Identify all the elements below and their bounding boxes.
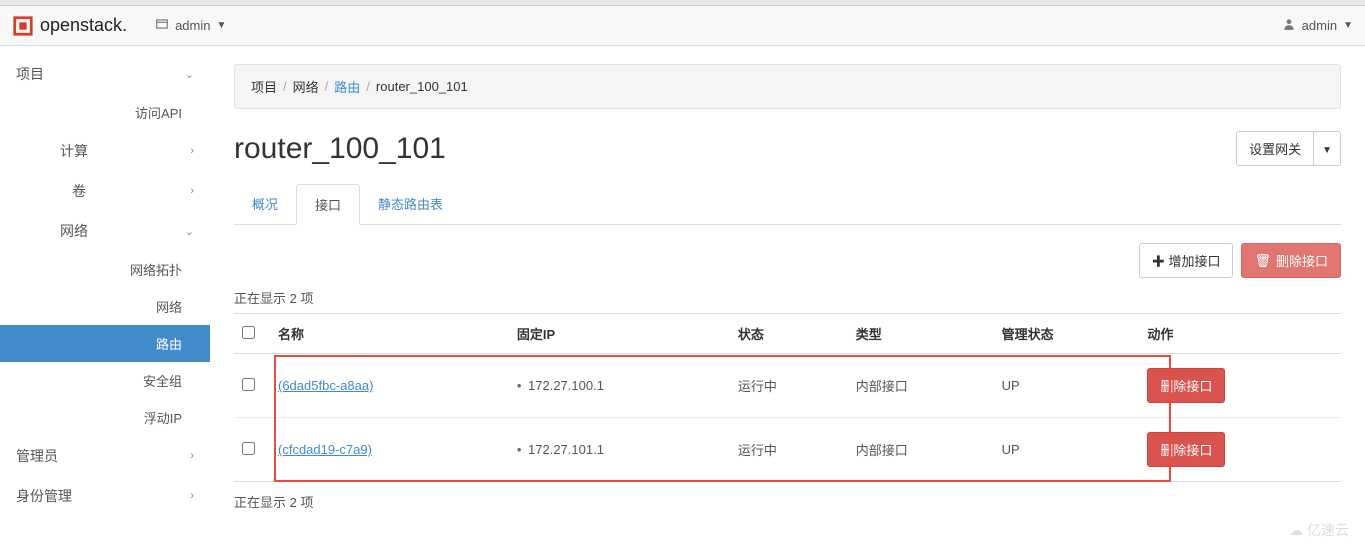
breadcrumb-current: router_100_101 [376,79,468,94]
row-checkbox[interactable] [242,442,255,455]
table-row: (6dad5fbc-a8aa) 172.27.100.1 运行中 内部接口 UP… [234,354,1341,418]
fixed-ip-value: 172.27.100.1 [517,378,604,393]
sidebar-item-compute[interactable]: 计算 › [0,131,210,171]
add-interface-button[interactable]: ✚ 增加接口 [1139,243,1234,278]
row-delete-button[interactable]: 删除接口 [1147,432,1225,467]
select-all-checkbox[interactable] [242,326,255,339]
chevron-down-icon: ⌄ [185,68,194,81]
tabs: 概况 接口 静态路由表 [234,184,1341,225]
topbar: openstack. admin ▼ admin ▼ [0,6,1365,46]
breadcrumb-routers-link[interactable]: 路由 [334,77,360,96]
row-checkbox[interactable] [242,378,255,391]
type-value: 内部接口 [848,418,994,482]
admin-state-value: UP [994,354,1140,418]
set-gateway-button[interactable]: 设置网关 [1236,131,1314,166]
col-name: 名称 [270,314,509,354]
cloud-icon: ☁ [1289,522,1303,539]
sidebar: 项目 ⌄ 访问API 计算 › 卷 › 网络 ⌄ 网络拓扑 网络 路由 安全组 … [0,46,210,550]
col-admin-state: 管理状态 [994,314,1140,354]
set-gateway-dropdown[interactable]: ▼ [1314,131,1341,166]
user-name: admin [1302,18,1337,33]
chevron-down-icon: ⌄ [185,225,194,238]
delete-interfaces-button[interactable]: 🗑 删除接口 [1241,243,1341,278]
openstack-icon [12,15,34,37]
chevron-right-icon: › [190,490,194,502]
watermark: ☁ 亿速云 [1289,520,1349,540]
interface-link[interactable]: (cfcdad19-c7a9) [278,442,372,457]
sidebar-item-security-groups[interactable]: 安全组 [0,362,210,399]
project-name: admin [175,18,210,33]
col-status: 状态 [730,314,848,354]
sidebar-item-volume[interactable]: 卷 › [0,171,210,211]
caret-down-icon: ▼ [1343,20,1353,31]
user-icon [1282,17,1296,34]
admin-state-value: UP [994,418,1140,482]
sidebar-item-networks[interactable]: 网络 [0,288,210,325]
chevron-right-icon: › [190,185,194,197]
row-delete-button[interactable]: 删除接口 [1147,368,1225,403]
tab-static-routes[interactable]: 静态路由表 [360,184,461,224]
col-actions: 动作 [1139,314,1341,354]
context-icon [155,17,169,34]
page-title: router_100_101 [234,132,1236,166]
sidebar-item-identity[interactable]: 身份管理 › [0,476,210,516]
sidebar-item-project[interactable]: 项目 ⌄ [0,54,210,94]
tab-interfaces[interactable]: 接口 [296,184,360,225]
sidebar-item-admin[interactable]: 管理员 › [0,436,210,476]
user-menu[interactable]: admin ▼ [1282,17,1353,34]
fixed-ip-value: 172.27.101.1 [517,442,604,457]
interfaces-table: 名称 固定IP 状态 类型 管理状态 动作 (6dad5fbc-a8aa) 17… [234,313,1341,482]
sidebar-item-floating-ip[interactable]: 浮动IP [0,399,210,436]
sidebar-item-topology[interactable]: 网络拓扑 [0,251,210,288]
sidebar-item-routers[interactable]: 路由 [0,325,210,362]
sidebar-item-network[interactable]: 网络 ⌄ [0,211,210,251]
trash-icon: 🗑 [1254,253,1271,269]
brand-text: openstack. [40,15,127,36]
project-switcher[interactable]: admin ▼ [155,17,226,34]
status-value: 运行中 [730,418,848,482]
chevron-right-icon: › [190,145,194,157]
main-content: 项目 / 网络 / 路由 / router_100_101 router_100… [210,46,1365,550]
plus-icon: ✚ [1152,254,1165,269]
col-type: 类型 [848,314,994,354]
caret-down-icon: ▼ [1322,145,1332,156]
breadcrumb-project: 项目 [251,77,277,96]
breadcrumb: 项目 / 网络 / 路由 / router_100_101 [234,64,1341,109]
col-fixed-ip: 固定IP [509,314,730,354]
status-value: 运行中 [730,354,848,418]
table-row: (cfcdad19-c7a9) 172.27.101.1 运行中 内部接口 UP… [234,418,1341,482]
caret-down-icon: ▼ [217,20,227,31]
table-caption-bottom: 正在显示 2 项 [234,492,1341,511]
table-caption-top: 正在显示 2 项 [234,288,1341,307]
type-value: 内部接口 [848,354,994,418]
tab-overview[interactable]: 概况 [234,184,296,224]
sidebar-item-access-api[interactable]: 访问API [0,94,210,131]
set-gateway-group: 设置网关 ▼ [1236,131,1341,166]
interface-link[interactable]: (6dad5fbc-a8aa) [278,378,373,393]
breadcrumb-network: 网络 [293,77,319,96]
chevron-right-icon: › [190,450,194,462]
brand-logo[interactable]: openstack. [12,15,127,37]
